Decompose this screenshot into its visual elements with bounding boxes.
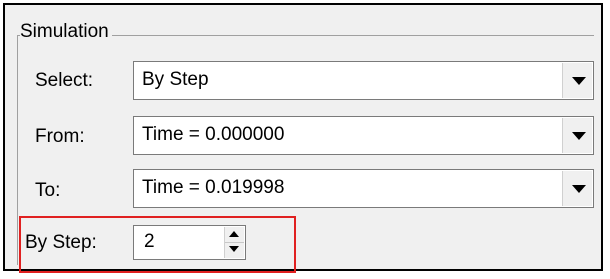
chevron-down-icon xyxy=(572,132,586,140)
from-label: From: xyxy=(35,126,85,147)
highlight-box xyxy=(19,216,296,273)
from-dropdown-button[interactable] xyxy=(562,118,592,153)
to-dropdown-button[interactable] xyxy=(562,171,592,206)
select-value: By Step xyxy=(142,69,209,90)
chevron-down-icon xyxy=(572,77,586,85)
from-dropdown[interactable]: Time = 0.000000 xyxy=(133,116,594,155)
to-label: To: xyxy=(35,180,61,201)
to-dropdown[interactable]: Time = 0.019998 xyxy=(133,169,594,208)
simulation-panel: Simulation Select: By Step From: Time = … xyxy=(3,3,603,273)
select-dropdown-button[interactable] xyxy=(562,63,592,98)
chevron-down-icon xyxy=(572,185,586,193)
select-dropdown[interactable]: By Step xyxy=(133,61,594,100)
from-value: Time = 0.000000 xyxy=(142,124,285,145)
group-title: Simulation xyxy=(20,21,112,43)
select-label: Select: xyxy=(35,70,94,91)
to-value: Time = 0.019998 xyxy=(142,177,285,198)
